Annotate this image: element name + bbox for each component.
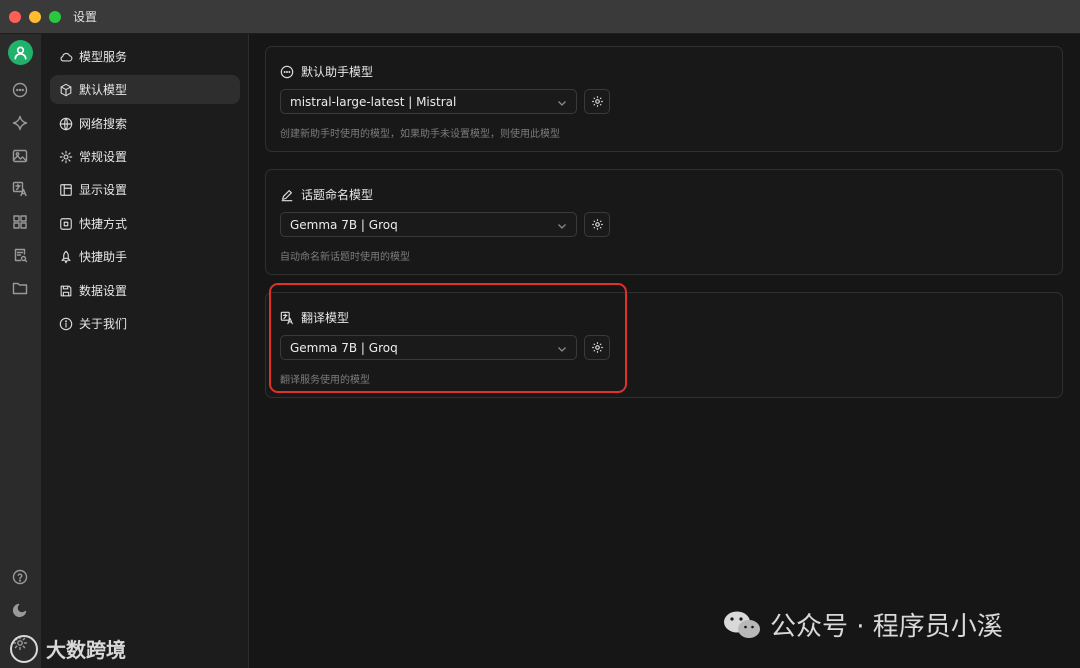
gear-icon [591, 96, 603, 107]
chat-icon[interactable] [10, 80, 30, 100]
folder-icon[interactable] [10, 278, 30, 298]
settings-sidebar: 模型服务 默认模型 网络搜索 常规设置 显示设置 快捷方式 快捷助手 数据设置 … [41, 34, 249, 668]
topic-naming-model-select[interactable]: Gemma 7B | Groq [280, 212, 577, 237]
sidebar-item-general[interactable]: 常规设置 [50, 142, 240, 171]
info-icon [59, 317, 73, 330]
app-rail [0, 34, 41, 668]
sidebar-item-about[interactable]: 关于我们 [50, 309, 240, 338]
moon-icon[interactable] [10, 600, 30, 620]
help-icon[interactable] [10, 567, 30, 587]
model-settings-button[interactable] [584, 89, 610, 114]
window-controls [9, 10, 61, 23]
sidebar-item-default-model[interactable]: 默认模型 [50, 75, 240, 104]
card-hint: 自动命名新话题时使用的模型 [280, 252, 410, 263]
pencil-icon [281, 189, 293, 201]
window-title: 设置 [73, 10, 98, 24]
rocket-icon [61, 250, 71, 263]
chevron-down-icon [557, 220, 567, 230]
logo-mark [10, 634, 38, 663]
title-bar: 设置 [0, 0, 1080, 34]
card-hint: 创建新助手时使用的模型，如果助手未设置模型，则使用此模型 [280, 129, 560, 140]
bottom-left-watermark: 大数跨境 [10, 634, 126, 663]
globe-icon [59, 117, 73, 130]
chat-icon [280, 65, 294, 78]
minimize-window-button[interactable] [29, 10, 41, 23]
card-title: 话题命名模型 [280, 186, 373, 203]
sidebar-item-quick-assistant[interactable]: 快捷助手 [50, 242, 240, 271]
topic-naming-model-card: 话题命名模型 Gemma 7B | Groq 自动命名新话题时使用的模型 [265, 169, 1063, 275]
sidebar-item-display[interactable]: 显示设置 [50, 175, 240, 204]
default-assistant-model-card: 默认助手模型 mistral-large-latest | Mistral 创建… [265, 46, 1063, 152]
close-window-button[interactable] [9, 10, 21, 23]
cube-icon [60, 83, 72, 96]
gear-icon [59, 150, 73, 163]
sparkle-icon[interactable] [10, 113, 30, 133]
watermark: 公众号 · 程序员小溪 [722, 606, 1003, 643]
gear-icon [591, 219, 603, 230]
sidebar-item-shortcuts[interactable]: 快捷方式 [50, 209, 240, 238]
chevron-down-icon [557, 97, 567, 107]
card-title: 默认助手模型 [280, 63, 373, 80]
document-search-icon[interactable] [10, 245, 30, 265]
maximize-window-button[interactable] [49, 10, 61, 23]
sidebar-item-model-service[interactable]: 模型服务 [50, 42, 240, 71]
cloud-icon [60, 52, 73, 62]
avatar[interactable] [8, 40, 33, 65]
annotation-highlight-box [269, 283, 627, 393]
layout-icon [60, 183, 72, 196]
sidebar-item-data[interactable]: 数据设置 [50, 276, 240, 305]
command-icon [60, 217, 72, 230]
translate-icon[interactable] [10, 179, 30, 199]
image-icon[interactable] [10, 146, 30, 166]
model-settings-button[interactable] [584, 212, 610, 237]
grid-icon[interactable] [10, 212, 30, 232]
wechat-icon [722, 609, 762, 641]
save-icon [60, 285, 72, 296]
sidebar-item-web-search[interactable]: 网络搜索 [50, 109, 240, 138]
default-assistant-model-select[interactable]: mistral-large-latest | Mistral [280, 89, 577, 114]
